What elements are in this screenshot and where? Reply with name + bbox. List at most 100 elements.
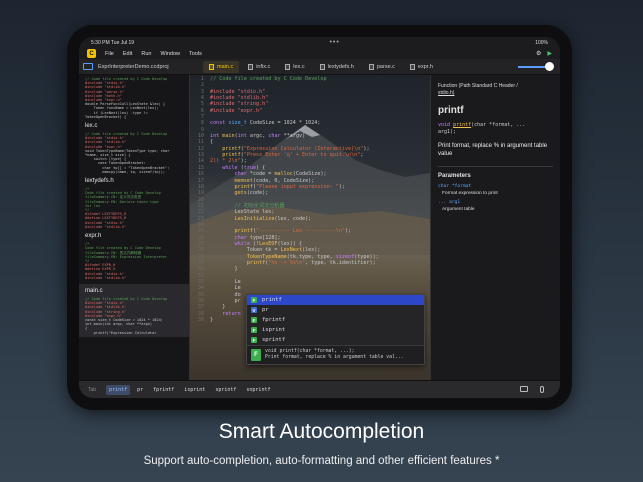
autocomplete-popup[interactable]: Fprintf Vpr Ffprintf Fisprint Fsprintf F voi…	[246, 294, 425, 365]
menu-tools[interactable]: Tools	[189, 51, 202, 57]
autocomplete-item[interactable]: Ffprintf	[247, 315, 424, 325]
marketing-subline: Support auto-completion, auto-formatting…	[143, 455, 500, 467]
doc-description: Print format, replace % in argument tabl…	[438, 143, 548, 157]
parameters-heading: Parameters	[438, 173, 471, 179]
function-badge-icon: F	[251, 327, 257, 333]
code-token: char	[234, 171, 250, 178]
code-token: printf	[246, 259, 266, 266]
code-token: Le	[210, 279, 241, 285]
code-token: #include "expr.h"	[210, 107, 263, 114]
code-token: (lex, code);	[274, 215, 312, 222]
suggestion-key[interactable]: printf	[106, 384, 131, 395]
code-token: printf	[234, 228, 253, 235]
tab-label: lextydefs.h	[327, 63, 354, 70]
suggestion-key[interactable]: snprintf	[243, 385, 273, 395]
code-token: );	[363, 145, 370, 152]
autocomplete-label: isprint	[262, 327, 286, 333]
sidebar-file-name: lextydefs.h	[85, 178, 114, 185]
sidebar-file-preview[interactable]: expr.h/* Code file created by C Code Deve…	[85, 233, 183, 280]
tab-label: infix.c	[256, 63, 271, 70]
doc-title: printf	[438, 105, 464, 116]
menu-window[interactable]: Window	[160, 51, 180, 57]
sidebar-file-preview[interactable]: // Code file created by C Code Develop #i…	[85, 77, 183, 119]
doc-header-link[interactable]: stdio.h)	[438, 90, 454, 96]
file-preview-sidebar[interactable]: // Code file created by C Code Develop #i…	[79, 75, 190, 380]
code-token: }	[210, 317, 214, 324]
function-badge-icon: F	[251, 337, 257, 343]
code-token: memset	[234, 177, 253, 184]
run-icon[interactable]: ▶	[547, 50, 552, 57]
sidebar-file-preview[interactable]: main.c// Code file created by C Code Dev…	[79, 283, 189, 337]
code-editor[interactable]: 1 2 3 4 5 6 7 8 9 10 11 12 13 14 15 16 17 18 19 20 21 22 23 24 2…	[190, 75, 430, 380]
project-name[interactable]: ExprInterpreterDemo.ccdproj	[98, 64, 203, 70]
code-token: malloc	[274, 171, 293, 178]
slider-knob[interactable]	[545, 61, 554, 71]
sidebar-file-name: main.c	[85, 287, 103, 294]
suggestion-key[interactable]: pr	[134, 385, 146, 395]
suggestion-key[interactable]: fprintf	[150, 385, 177, 395]
code-token: sizeof	[335, 253, 355, 260]
code-token: gets	[234, 190, 247, 197]
code-token: Token tk =	[210, 247, 281, 254]
param-description: Format expression to print	[442, 191, 498, 196]
sig-function-name[interactable]: printf	[453, 122, 471, 128]
tab-lex-c[interactable]: lex.c	[279, 61, 310, 73]
tab-parse-c[interactable]: parse.c	[363, 61, 401, 73]
code-token: printf	[234, 183, 253, 190]
sidebar-file-preview[interactable]: lextydefs.h/* Code file created by C Code…	[85, 178, 183, 229]
code-token: const	[210, 120, 229, 127]
suggestion-key[interactable]: sprintf	[212, 385, 239, 395]
sig-return-type: void	[438, 122, 454, 128]
app-logo-icon: C	[87, 49, 96, 58]
sidebar-file-name: lex.c	[85, 123, 98, 130]
autocomplete-item[interactable]: Fisprint	[247, 325, 424, 335]
sidebar-code-line: memcpy(name, tp, sizeof(tp));	[85, 169, 166, 174]
code-token: return	[222, 310, 241, 317]
code-token: {	[210, 139, 214, 146]
autocomplete-item[interactable]: Fsprintf	[247, 335, 424, 345]
menu-edit[interactable]: Edit	[123, 51, 132, 57]
sidebar-file-preview[interactable]: lex.c// Code file created by C Code Deve…	[85, 123, 183, 174]
code-token: ;	[360, 152, 364, 159]
code-area[interactable]: // Code file created by C Code Develop #i…	[207, 76, 430, 323]
tab-expr-h[interactable]: expr.h	[404, 61, 439, 73]
code-token: "Press Enter 'q' + Enter to quit.\n\n"	[243, 152, 361, 159]
menu-file[interactable]: File	[105, 51, 114, 57]
code-token: true	[243, 164, 257, 171]
font-size-slider[interactable]	[518, 61, 554, 71]
sig-params: (char *format, ...	[471, 122, 526, 128]
code-token: **argv)	[283, 133, 306, 140]
tab-main-c[interactable]: main.c	[203, 60, 240, 73]
suggestion-key[interactable]: isprint	[181, 385, 208, 395]
autocomplete-item[interactable]: Vpr	[247, 305, 424, 315]
autocomplete-item[interactable]: Fprintf	[247, 295, 424, 305]
code-token: while	[222, 164, 241, 171]
tab-label: expr.h	[417, 63, 433, 70]
code-token: do	[210, 291, 241, 298]
menu-run[interactable]: Run	[141, 51, 151, 57]
code-token: }	[210, 304, 226, 311]
multitask-dots-icon[interactable]: •••	[329, 39, 339, 46]
sig-params-cont: arg1);	[438, 129, 457, 135]
tab-infix-c[interactable]: infix.c	[242, 61, 276, 73]
sidebar-code-line: #include "stdlib.h"	[85, 275, 127, 280]
function-badge-icon: F	[251, 349, 261, 361]
file-icon	[209, 63, 214, 70]
file-icon	[285, 63, 291, 70]
sidebar-toggle-icon[interactable]	[83, 63, 93, 70]
code-token: printf	[222, 145, 241, 152]
microphone-icon[interactable]	[540, 386, 544, 393]
code-token: LexInitialize	[234, 215, 275, 222]
tab-lextydefs-h[interactable]: lextydefs.h	[314, 61, 360, 73]
keyboard-icon[interactable]	[520, 386, 528, 392]
settings-icon[interactable]: ⚙	[536, 50, 541, 57]
tab-key[interactable]: Tab	[85, 385, 99, 395]
